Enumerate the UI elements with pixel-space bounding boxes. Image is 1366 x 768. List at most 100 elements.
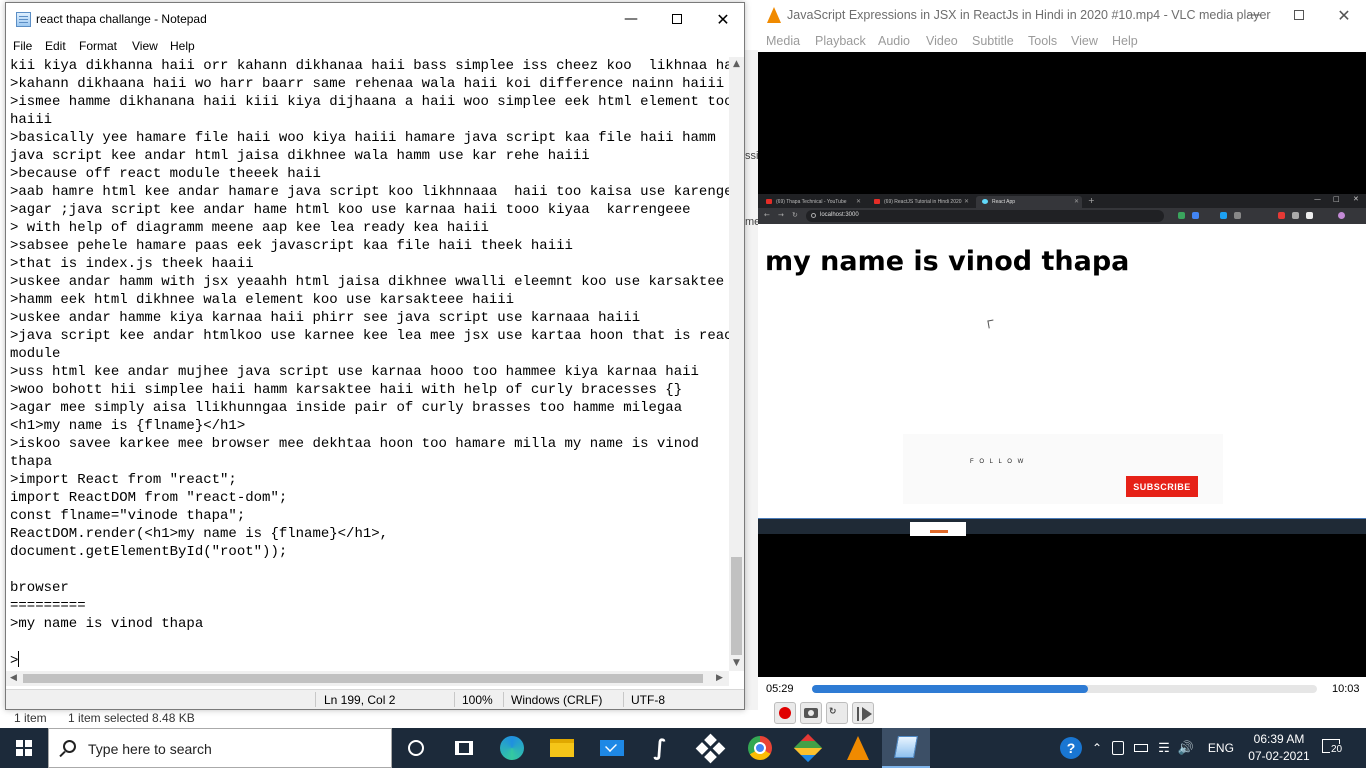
mail-icon[interactable] xyxy=(588,728,636,768)
subscribe-banner: F O L L O W SUBSCRIBE xyxy=(903,434,1223,504)
menu-help[interactable]: Help xyxy=(170,39,195,53)
vlc-maximize-button[interactable] xyxy=(1277,0,1321,30)
windows-logo-icon xyxy=(16,740,32,756)
notepad-titlebar[interactable]: react thapa challange - Notepad — ✕ xyxy=(6,3,744,35)
maximize-button[interactable] xyxy=(654,3,700,35)
menu-view[interactable]: View xyxy=(132,39,158,53)
text-line: >aab hamre html kee andar hamare java sc… xyxy=(10,184,729,200)
vlc-menu-view[interactable]: View xyxy=(1071,34,1098,48)
wifi-icon[interactable]: ☴ xyxy=(1158,740,1170,756)
vlc-menu-video[interactable]: Video xyxy=(926,34,958,48)
edge-icon[interactable] xyxy=(488,728,536,768)
vlc-menu-playback[interactable]: Playback xyxy=(815,34,866,48)
vlc-icon[interactable] xyxy=(834,728,882,768)
notification-center-icon[interactable]: 20 xyxy=(1322,736,1346,758)
notepad-taskbar-icon[interactable] xyxy=(882,728,930,768)
git-icon[interactable] xyxy=(784,728,832,768)
frame-step-button[interactable] xyxy=(852,702,874,724)
task-view-icon[interactable] xyxy=(440,728,488,768)
vlc-menu-audio[interactable]: Audio xyxy=(878,34,910,48)
text-line: >agar mee simply aisa llikhunngaa inside… xyxy=(10,400,683,416)
vertical-scrollbar[interactable]: ▲ ▼ xyxy=(729,57,744,671)
extension-icon xyxy=(1178,212,1185,219)
menu-file[interactable]: File xyxy=(13,39,32,53)
vertical-scroll-thumb[interactable] xyxy=(731,557,742,655)
vlc-menu-help[interactable]: Help xyxy=(1112,34,1138,48)
cortana-icon[interactable] xyxy=(392,728,440,768)
menu-edit[interactable]: Edit xyxy=(45,39,66,53)
help-icon[interactable]: ? xyxy=(1060,737,1082,759)
dropbox-icon[interactable] xyxy=(686,728,734,768)
elapsed-time: 05:29 xyxy=(766,683,794,695)
text-line: > xyxy=(10,653,19,669)
browser-tab: (69) ReactJS Tutorial in Hindi 2020 ✕ xyxy=(868,196,972,208)
vlc-title: JavaScript Expressions in JSX in ReactJs… xyxy=(787,8,1271,22)
text-line: >uss html kee andar mujhee java script u… xyxy=(10,364,699,380)
text-line: haiii xyxy=(10,112,53,128)
scroll-up-icon[interactable]: ▲ xyxy=(729,57,744,72)
volume-icon[interactable]: 🔊 xyxy=(1178,740,1194,756)
text-line: >basically yee hamare file haii woo kiya… xyxy=(10,130,716,146)
text-line: >because off react module theeek haii xyxy=(10,166,321,182)
system-clock[interactable]: 06:39 AM 07-02-2021 xyxy=(1248,731,1310,765)
language-indicator[interactable]: ENG xyxy=(1208,741,1234,755)
vlc-titlebar[interactable]: JavaScript Expressions in JSX in ReactJs… xyxy=(758,0,1366,30)
vlc-window: JavaScript Expressions in JSX in ReactJs… xyxy=(758,0,1366,728)
notepad-status-bar: Ln 199, Col 2 100% Windows (CRLF) UTF-8 xyxy=(6,689,744,709)
mouse-pointer-icon xyxy=(987,319,995,329)
vlc-menu-subtitle[interactable]: Subtitle xyxy=(972,34,1014,48)
text-line: thapa xyxy=(10,454,53,470)
back-icon: ← xyxy=(764,211,770,219)
status-divider xyxy=(315,692,316,707)
vlc-menu-tools[interactable]: Tools xyxy=(1028,34,1057,48)
seek-bar[interactable] xyxy=(812,685,1317,693)
scroll-down-icon[interactable]: ▼ xyxy=(729,656,744,671)
status-divider xyxy=(623,692,624,707)
text-editor-area[interactable]: kii kiya dikhanna haii orr kahann dikhan… xyxy=(6,57,729,671)
frame-step-icon xyxy=(857,707,872,721)
document-text[interactable]: kii kiya dikhanna haii orr kahann dikhan… xyxy=(10,57,729,670)
chrome-icon[interactable] xyxy=(736,728,784,768)
taskbar-search[interactable]: Type here to search xyxy=(48,728,392,768)
explorer-item-count: 1 item xyxy=(14,711,47,725)
seek-progress xyxy=(812,685,1088,693)
text-line: >that is index.js theek haaii xyxy=(10,256,254,272)
profile-avatar xyxy=(1338,212,1345,219)
horizontal-scroll-thumb[interactable] xyxy=(23,674,703,683)
browser-tab-strip: (69) Thapa Technical - YouTube ✕ (69) Rea… xyxy=(758,194,1366,208)
record-icon xyxy=(779,707,791,719)
vlc-minimize-button[interactable]: — xyxy=(1232,0,1276,30)
info-icon xyxy=(811,213,816,218)
winscp-icon[interactable]: ∫ xyxy=(636,728,684,768)
vlc-close-button[interactable]: ✕ xyxy=(1322,0,1366,30)
system-tray: ? ⌃ ☴ 🔊 ENG xyxy=(1060,728,1234,768)
search-icon xyxy=(63,740,76,753)
text-line: <h1>my name is {flname}</h1> xyxy=(10,418,246,434)
minimize-button[interactable]: — xyxy=(608,3,654,35)
horizontal-scrollbar[interactable]: ◀ ▶ xyxy=(6,671,729,686)
text-line: >java script kee andar htmlkoo use karne… xyxy=(10,328,729,344)
reload-icon: ↻ xyxy=(792,211,798,219)
explorer-text-fragment: ssi xyxy=(745,150,759,162)
banner-text: F O L L O W xyxy=(970,459,1026,465)
chevron-up-icon[interactable]: ⌃ xyxy=(1092,741,1102,755)
device-icon[interactable] xyxy=(1112,741,1125,755)
file-explorer-icon[interactable] xyxy=(538,728,586,768)
tab-close-icon: ✕ xyxy=(1073,199,1079,205)
ab-loop-button[interactable]: ↻ xyxy=(826,702,848,724)
scroll-right-icon[interactable]: ▶ xyxy=(712,671,727,686)
close-button[interactable]: ✕ xyxy=(700,3,746,35)
menu-format[interactable]: Format xyxy=(79,39,117,53)
text-line: > with help of diagramm meene aap kee le… xyxy=(10,220,489,236)
extension-icon xyxy=(1192,212,1199,219)
scroll-left-icon[interactable]: ◀ xyxy=(6,671,21,686)
start-button[interactable] xyxy=(0,728,48,768)
text-line: >import React from "react"; xyxy=(10,472,237,488)
vlc-menu-media[interactable]: Media xyxy=(766,34,800,48)
snapshot-button[interactable] xyxy=(800,702,822,724)
record-button[interactable] xyxy=(774,702,796,724)
video-display[interactable]: (69) Thapa Technical - YouTube ✕ (69) Rea… xyxy=(758,52,1366,677)
battery-icon[interactable] xyxy=(1134,744,1149,752)
page-heading: my name is vinod thapa xyxy=(765,246,1130,277)
browser-toolbar: ← → ↻ localhost:3000 xyxy=(758,208,1366,224)
